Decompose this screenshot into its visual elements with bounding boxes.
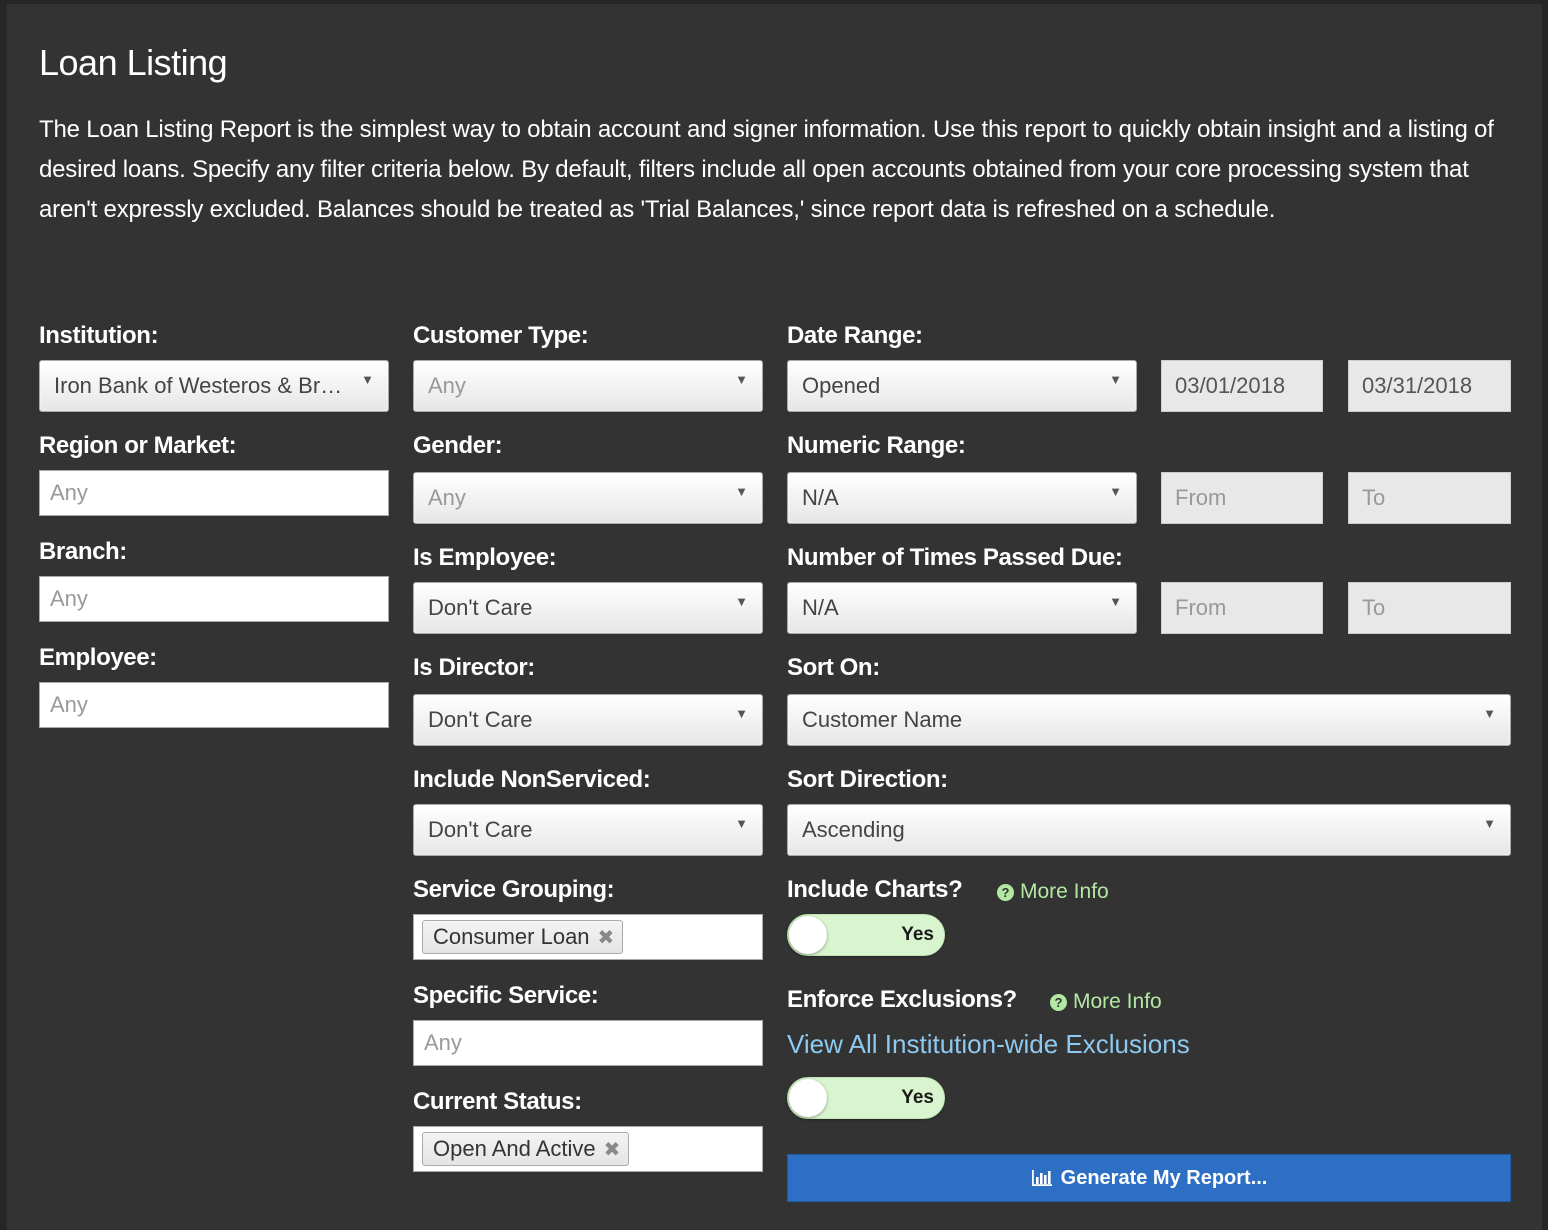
sort-direction-label: Sort Direction: (787, 766, 948, 793)
toggle-knob (789, 1079, 827, 1117)
branch-label: Branch: (39, 538, 127, 565)
past-due-to-input[interactable] (1348, 582, 1511, 634)
specific-service-input[interactable] (413, 1020, 763, 1066)
date-range-label: Date Range: (787, 322, 923, 349)
sort-on-value: Customer Name (802, 707, 963, 732)
toggle-knob (789, 916, 827, 954)
branch-input[interactable] (39, 576, 389, 622)
gender-label: Gender: (413, 432, 503, 459)
enforce-exclusions-label: Enforce Exclusions? (787, 986, 1017, 1013)
employee-input[interactable] (39, 682, 389, 728)
chevron-down-icon: ▼ (735, 816, 748, 831)
chevron-down-icon: ▼ (735, 706, 748, 721)
date-range-value: Opened (802, 373, 881, 398)
enforce-exclusions-more-info[interactable]: ? More Info (1050, 990, 1162, 1014)
chevron-down-icon: ▼ (735, 484, 748, 499)
tag-label: Open And Active (433, 1136, 596, 1161)
include-charts-more-info[interactable]: ? More Info (997, 880, 1109, 904)
is-employee-select[interactable]: Don't Care ▼ (413, 582, 763, 634)
selected-tag: Open And Active ✖ (422, 1132, 630, 1166)
more-info-text: More Info (1020, 880, 1109, 903)
region-label: Region or Market: (39, 432, 237, 459)
include-nonserviced-value: Don't Care (428, 817, 533, 842)
remove-icon[interactable]: ✖ (598, 925, 615, 950)
sort-direction-select[interactable]: Ascending ▼ (787, 804, 1511, 856)
help-icon: ? (1050, 993, 1067, 1011)
chevron-down-icon: ▼ (361, 372, 374, 387)
institution-select[interactable]: Iron Bank of Westeros & Braavos ▼ (39, 360, 389, 412)
past-due-from-input[interactable] (1161, 582, 1323, 634)
sort-direction-value: Ascending (802, 817, 905, 842)
service-grouping-multiselect[interactable]: Consumer Loan ✖ (413, 914, 763, 960)
date-to-input[interactable] (1348, 360, 1511, 412)
customer-type-value: Any (428, 373, 466, 398)
is-director-select[interactable]: Don't Care ▼ (413, 694, 763, 746)
view-exclusions-link[interactable]: View All Institution-wide Exclusions (787, 1029, 1190, 1060)
remove-icon[interactable]: ✖ (604, 1137, 621, 1162)
customer-type-select[interactable]: Any ▼ (413, 360, 763, 412)
include-nonserviced-label: Include NonServiced: (413, 766, 651, 793)
employee-label: Employee: (39, 644, 157, 671)
generate-report-label: Generate My Report... (1060, 1166, 1268, 1189)
chevron-down-icon: ▼ (735, 594, 748, 609)
is-director-value: Don't Care (428, 707, 533, 732)
is-employee-label: Is Employee: (413, 544, 557, 571)
numeric-range-select[interactable]: N/A ▼ (787, 472, 1137, 524)
include-charts-toggle[interactable]: Yes (787, 914, 945, 956)
gender-value: Any (428, 485, 466, 510)
generate-report-button[interactable]: Generate My Report... (787, 1154, 1511, 1202)
institution-value: Iron Bank of Westeros & Braavos (54, 373, 348, 398)
numeric-range-label: Numeric Range: (787, 432, 966, 459)
bar-chart-icon (1031, 1169, 1053, 1187)
service-grouping-label: Service Grouping: (413, 876, 615, 903)
report-panel: Loan Listing The Loan Listing Report is … (6, 4, 1542, 1230)
tag-label: Consumer Loan (433, 924, 590, 949)
numeric-from-input[interactable] (1161, 472, 1323, 524)
times-past-due-value: N/A (802, 595, 839, 620)
is-employee-value: Don't Care (428, 595, 533, 620)
date-range-select[interactable]: Opened ▼ (787, 360, 1137, 412)
include-nonserviced-select[interactable]: Don't Care ▼ (413, 804, 763, 856)
chevron-down-icon: ▼ (1109, 372, 1122, 387)
numeric-range-value: N/A (802, 485, 839, 510)
specific-service-label: Specific Service: (413, 982, 599, 1009)
times-past-due-select[interactable]: N/A ▼ (787, 582, 1137, 634)
toggle-value: Yes (901, 1087, 934, 1108)
page-title: Loan Listing (39, 42, 228, 83)
chevron-down-icon: ▼ (1109, 484, 1122, 499)
sort-on-select[interactable]: Customer Name ▼ (787, 694, 1511, 746)
numeric-to-input[interactable] (1348, 472, 1511, 524)
current-status-label: Current Status: (413, 1088, 582, 1115)
enforce-exclusions-toggle[interactable]: Yes (787, 1077, 945, 1119)
region-input[interactable] (39, 470, 389, 516)
more-info-text: More Info (1073, 990, 1162, 1013)
chevron-down-icon: ▼ (1483, 706, 1496, 721)
help-icon: ? (997, 883, 1014, 901)
toggle-value: Yes (901, 924, 934, 945)
gender-select[interactable]: Any ▼ (413, 472, 763, 524)
chevron-down-icon: ▼ (735, 372, 748, 387)
customer-type-label: Customer Type: (413, 322, 589, 349)
date-from-input[interactable] (1161, 360, 1323, 412)
times-past-due-label: Number of Times Passed Due: (787, 544, 1123, 571)
chevron-down-icon: ▼ (1483, 816, 1496, 831)
chevron-down-icon: ▼ (1109, 594, 1122, 609)
include-charts-label: Include Charts? (787, 876, 963, 903)
page-description: The Loan Listing Report is the simplest … (39, 116, 1494, 223)
sort-on-label: Sort On: (787, 654, 880, 681)
selected-tag: Consumer Loan ✖ (422, 920, 624, 954)
is-director-label: Is Director: (413, 654, 535, 681)
current-status-multiselect[interactable]: Open And Active ✖ (413, 1126, 763, 1172)
institution-label: Institution: (39, 322, 159, 349)
